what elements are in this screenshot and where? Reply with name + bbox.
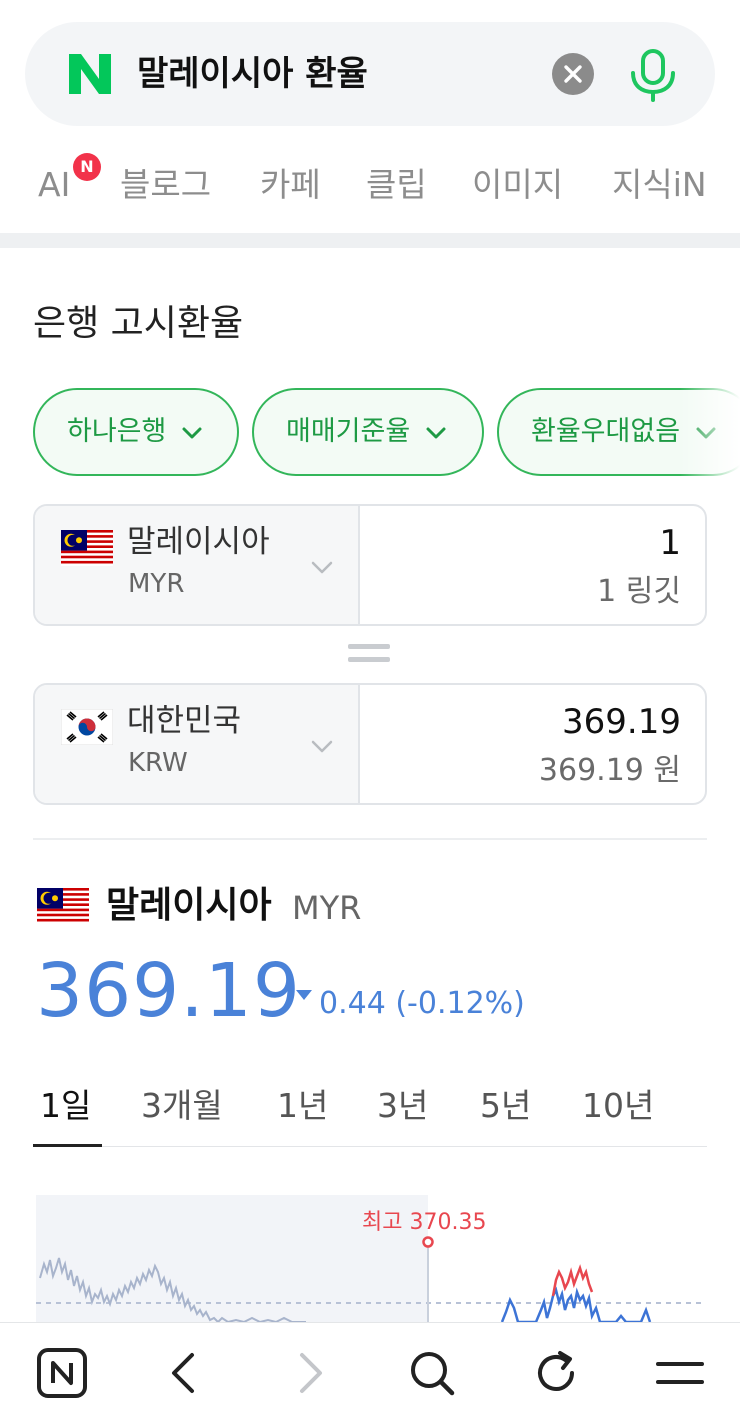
search-tabs: AI N 블로그 카페 클립 이미지 지식iN	[0, 150, 740, 220]
close-icon	[564, 65, 582, 83]
tab-blog[interactable]: 블로그	[120, 162, 211, 208]
refresh-button[interactable]	[530, 1347, 582, 1399]
from-amount-input[interactable]: 1	[659, 520, 681, 566]
chip-label: 하나은행	[67, 416, 167, 447]
chevron-down-icon	[426, 427, 446, 438]
rate-type-chip[interactable]: 매매기준율	[252, 388, 484, 476]
chart-max-point	[422, 1236, 434, 1248]
down-arrow-icon	[296, 990, 312, 1000]
back-button[interactable]	[158, 1347, 210, 1399]
section-divider	[0, 233, 740, 248]
converter-from: 말레이시아 MYR 1 1 링깃	[33, 504, 707, 626]
naver-home-button[interactable]	[36, 1347, 88, 1399]
clear-search-button[interactable]	[552, 53, 594, 95]
rate-currency-code: MYR	[292, 889, 362, 927]
search-query[interactable]: 말레이시아 환율	[137, 50, 368, 98]
rate-chart-svg	[36, 1195, 704, 1322]
to-amount-text: 369.19 원	[538, 753, 681, 788]
bottom-nav	[0, 1322, 740, 1424]
period-tab-3y[interactable]: 3년	[377, 1082, 428, 1130]
chevron-down-icon	[311, 740, 333, 753]
tab-label: AI	[38, 165, 71, 204]
chart-line-red	[551, 1264, 594, 1297]
korea-flag-icon	[61, 709, 113, 745]
from-currency-code: MYR	[128, 569, 185, 599]
period-tab-3m[interactable]: 3개월	[141, 1082, 223, 1130]
forward-icon	[300, 1353, 322, 1393]
chip-label: 매매기준율	[286, 416, 411, 447]
naver-home-icon	[37, 1348, 87, 1398]
chevron-down-icon	[182, 427, 202, 438]
period-tab-1d[interactable]: 1일	[40, 1082, 91, 1130]
active-period-indicator	[33, 1144, 102, 1147]
tab-clip[interactable]: 클립	[366, 162, 427, 208]
tab-cafe[interactable]: 카페	[260, 162, 321, 208]
rate-country-name: 말레이시아	[106, 885, 272, 926]
chart-max-label: 최고 370.35	[362, 1210, 487, 1235]
refresh-icon	[538, 1351, 574, 1391]
malaysia-flag-icon	[37, 888, 89, 924]
section-title: 은행 고시환율	[33, 303, 244, 344]
forward-button[interactable]	[284, 1347, 336, 1399]
equals-icon	[348, 644, 390, 666]
search-icon	[411, 1352, 455, 1396]
to-country-name: 대한민국	[127, 703, 242, 739]
to-currency-code: KRW	[128, 748, 188, 778]
chevron-down-icon	[311, 561, 333, 574]
period-tab-1y[interactable]: 1년	[277, 1082, 328, 1130]
search-bar[interactable]: 말레이시아 환율	[25, 22, 715, 126]
tab-knowledge-in[interactable]: 지식iN	[612, 162, 707, 208]
menu-icon	[656, 1362, 704, 1384]
rate-chart[interactable]	[36, 1160, 704, 1322]
back-icon	[172, 1353, 194, 1393]
tab-images[interactable]: 이미지	[472, 162, 563, 208]
rate-change: 0.44 (-0.12%)	[319, 986, 525, 1021]
new-badge: N	[73, 153, 101, 181]
divider	[33, 838, 707, 840]
naver-logo-icon[interactable]	[67, 51, 113, 97]
bank-select-chip[interactable]: 하나은행	[33, 388, 239, 476]
from-amount-text: 1 링깃	[597, 574, 681, 609]
period-tab-10y[interactable]: 10년	[582, 1082, 654, 1130]
chip-label: 환율우대없음	[531, 416, 681, 447]
period-tabs-baseline	[33, 1146, 707, 1147]
menu-button[interactable]	[654, 1347, 706, 1399]
period-tab-5y[interactable]: 5년	[480, 1082, 531, 1130]
from-country-name: 말레이시아	[127, 524, 270, 560]
search-button[interactable]	[406, 1347, 458, 1399]
from-currency-select[interactable]: 말레이시아 MYR	[35, 506, 360, 624]
current-rate-value: 369.19	[36, 948, 301, 1034]
voice-search-icon[interactable]	[627, 48, 679, 102]
to-amount-input[interactable]: 369.19	[562, 699, 681, 745]
malaysia-flag-icon	[61, 530, 113, 566]
chips-fade	[680, 380, 740, 484]
converter-to: 대한민국 KRW 369.19 369.19 원	[33, 683, 707, 805]
tab-ai[interactable]: AI	[38, 162, 70, 208]
to-currency-select[interactable]: 대한민국 KRW	[35, 685, 360, 803]
chart-line-blue	[500, 1286, 652, 1322]
